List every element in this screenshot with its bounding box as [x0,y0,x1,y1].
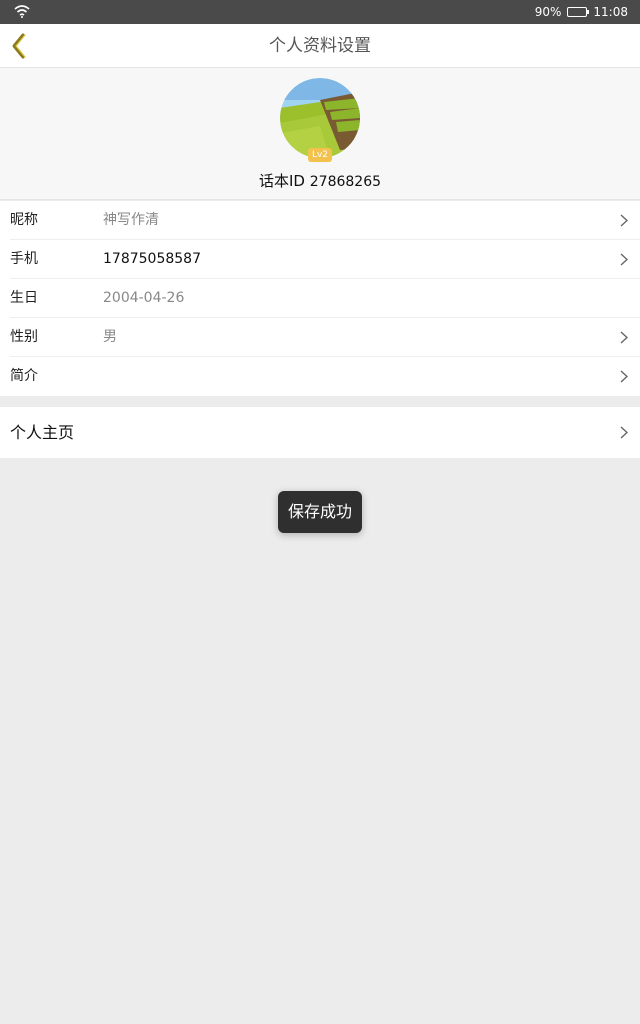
row-birthday[interactable]: 生日 2004-04-26 [10,279,640,318]
phone-value: 17875058587 [103,251,201,267]
user-id-value: 27868265 [309,174,382,190]
row-label: 性别 [10,329,38,345]
battery-percent: 90% [534,5,562,19]
row-personal-homepage[interactable]: 个人主页 [0,407,640,458]
row-bio[interactable]: 简介 [10,357,640,396]
battery-icon [567,7,590,17]
avatar-container[interactable]: Lv2 [280,78,360,162]
chevron-right-icon [620,253,628,266]
row-label: 简介 [10,368,38,384]
status-time: 11:08 [593,5,628,19]
row-gender[interactable]: 性别 男 [10,318,640,357]
page-title: 个人资料设置 [269,36,371,56]
row-label: 手机 [10,251,38,267]
level-badge: Lv2 [308,148,332,162]
wifi-icon [14,5,30,18]
section-divider [0,397,640,407]
chevron-right-icon [620,426,628,439]
nickname-value: 神写作清 [103,212,159,228]
user-id-label: 话本ID [258,172,305,190]
row-nickname[interactable]: 昵称 神写作清 [10,201,640,240]
profile-info-list: 昵称 神写作清 手机 17875058587 生日 2004-04-26 性别 … [0,201,640,396]
row-label: 生日 [10,290,38,306]
row-phone[interactable]: 手机 17875058587 [10,240,640,279]
profile-header: Lv2 话本ID 27868265 [0,68,640,200]
status-bar: 90% 11:08 [0,0,640,24]
chevron-right-icon [620,214,628,227]
toast-message: 保存成功 [278,491,362,533]
chevron-right-icon [620,370,628,383]
birthday-value: 2004-04-26 [103,290,185,306]
avatar[interactable] [280,78,360,158]
user-id: 话本ID 27868265 [0,170,640,191]
homepage-label: 个人主页 [10,423,75,442]
gender-value: 男 [103,329,117,345]
chevron-right-icon [620,331,628,344]
row-label: 昵称 [10,212,38,228]
top-nav-bar: 个人资料设置 [0,24,640,68]
